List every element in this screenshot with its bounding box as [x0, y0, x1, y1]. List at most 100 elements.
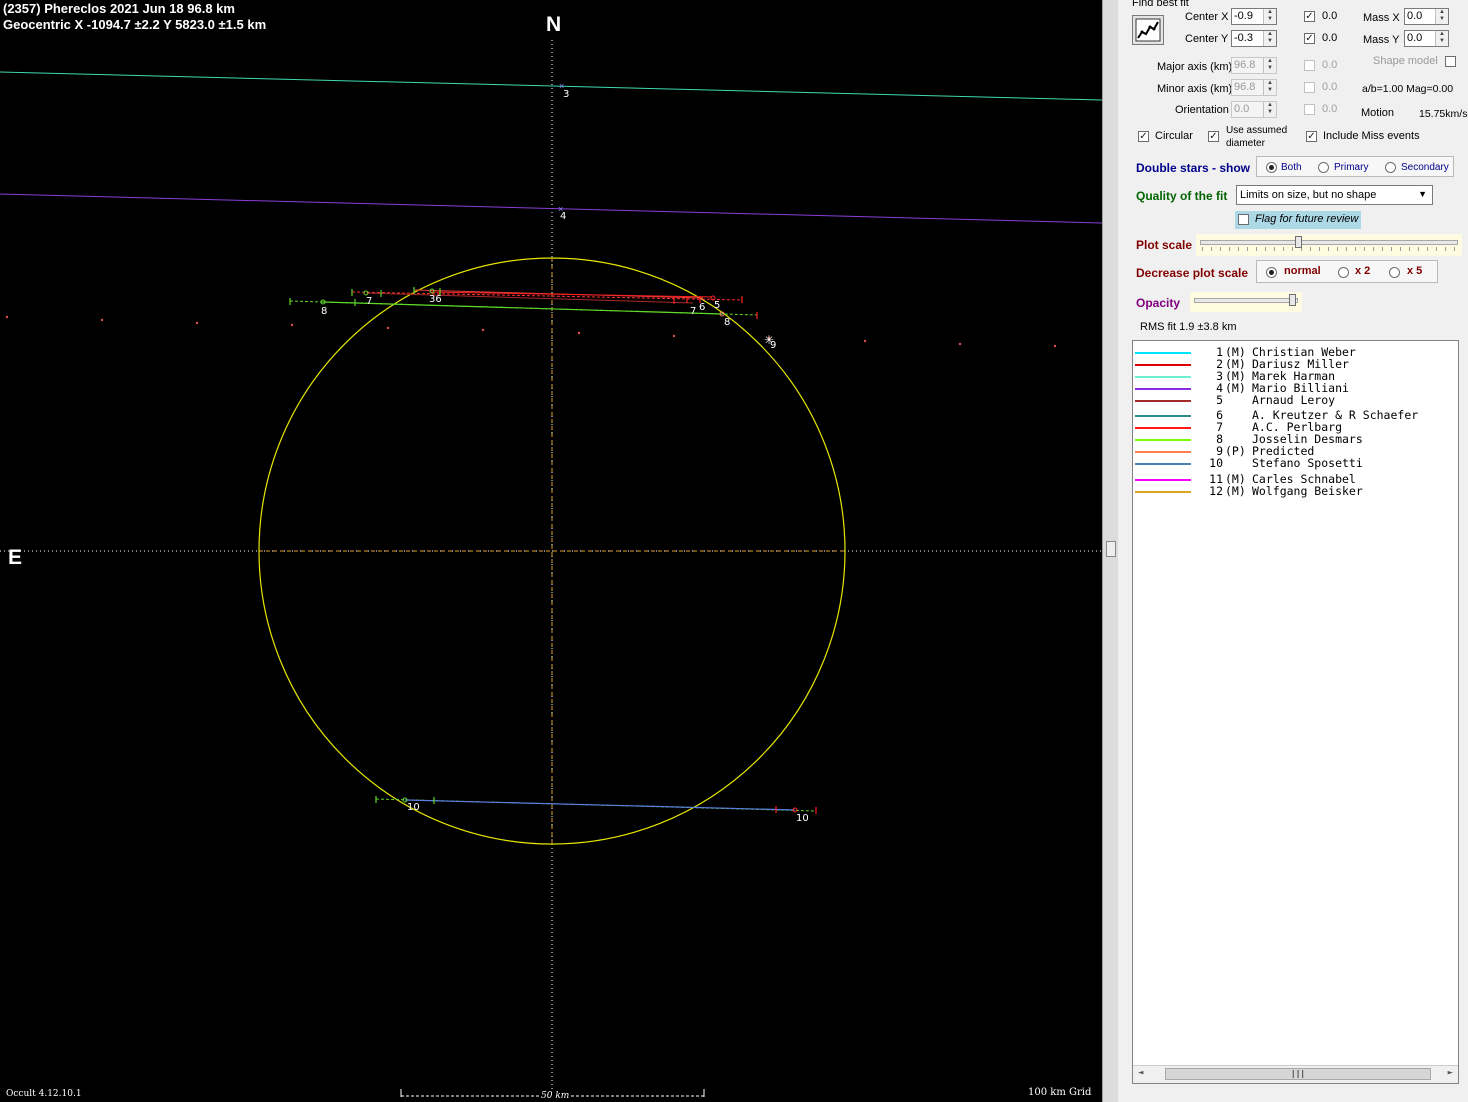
opacity-track	[1194, 298, 1298, 303]
mass-x-value: 0.0	[1407, 10, 1423, 22]
circular-label: Circular	[1155, 130, 1193, 142]
major-axis-checkbox[interactable]	[1304, 60, 1315, 71]
chord-label: 8	[724, 317, 730, 328]
motion-label: Motion	[1361, 107, 1395, 119]
chord-label: 3	[563, 89, 569, 100]
legend-row[interactable]: 12 (M) Wolfgang Beisker	[1133, 484, 1458, 498]
orientation-checkbox[interactable]	[1304, 104, 1315, 115]
chord-label: 36	[429, 294, 442, 305]
legend-row[interactable]: 5 Arnaud Leroy	[1133, 393, 1458, 407]
chord-label: 7	[690, 306, 696, 317]
legend-color-swatch	[1135, 400, 1191, 402]
scroll-thumb[interactable]: |||	[1165, 1068, 1431, 1080]
legend-color-swatch	[1135, 427, 1191, 429]
chord-label: 10	[796, 813, 809, 824]
flag-review-label: Flag for future review	[1255, 213, 1359, 225]
orientation-check-value: 0.0	[1322, 103, 1338, 115]
scroll-right-icon[interactable]: ►	[1448, 1068, 1453, 1078]
mass-x-spinner[interactable]: ▲ ▼	[1435, 9, 1448, 24]
occultation-plot[interactable]: × × ✳ 3 4 8 7 36 5 6 7 8 9 10 10 (2357) …	[0, 0, 1102, 1102]
center-x-input[interactable]: -0.9 ▲ ▼	[1231, 8, 1277, 25]
major-axis-input[interactable]: 96.8 ▲ ▼	[1231, 57, 1277, 74]
flag-review-checkbox[interactable]	[1238, 214, 1249, 225]
use-assumed-diameter-checkbox[interactable]: ✓	[1208, 131, 1219, 142]
quality-of-fit-label: Quality of the fit	[1136, 189, 1228, 203]
legend-color-swatch	[1135, 376, 1191, 378]
chord-label: 4	[560, 211, 566, 222]
scale-x5-radio[interactable]	[1389, 267, 1400, 278]
quality-of-fit-value: Limits on size, but no shape	[1240, 189, 1377, 201]
legend-number: 5	[1216, 393, 1223, 407]
plot-scale-ticks	[1202, 247, 1456, 251]
legend-type: (M)	[1225, 484, 1246, 498]
orientation-input[interactable]: 0.0 ▲ ▼	[1231, 101, 1277, 118]
legend-color-swatch	[1135, 491, 1191, 493]
orientation-label: Orientation	[1175, 104, 1229, 116]
legend-number: 10	[1209, 456, 1223, 470]
double-stars-secondary-label: Secondary	[1401, 162, 1449, 173]
chord-label: 5	[714, 300, 720, 311]
include-miss-label: Include Miss events	[1323, 130, 1420, 142]
legend-number: 12	[1209, 484, 1223, 498]
legend-color-swatch	[1135, 364, 1191, 366]
mass-y-value: 0.0	[1407, 32, 1423, 44]
minor-axis-value: 96.8	[1234, 81, 1256, 93]
find-best-fit-label: Find best fit	[1132, 0, 1189, 9]
mass-y-label: Mass Y	[1363, 34, 1400, 46]
opacity-label: Opacity	[1136, 296, 1181, 310]
find-best-fit-button[interactable]	[1132, 15, 1164, 45]
double-stars-primary-radio[interactable]	[1318, 162, 1329, 173]
legend-observer-name: Arnaud Leroy	[1252, 393, 1336, 407]
center-y-input[interactable]: -0.3 ▲ ▼	[1231, 30, 1277, 47]
double-stars-secondary-radio[interactable]	[1385, 162, 1396, 173]
include-miss-checkbox[interactable]: ✓	[1306, 131, 1317, 142]
splitter-grip[interactable]	[1106, 541, 1116, 557]
legend-color-swatch	[1135, 352, 1191, 354]
mass-y-spinner[interactable]: ▲ ▼	[1435, 31, 1448, 46]
legend-row[interactable]: 10 Stefano Sposetti	[1133, 456, 1458, 470]
center-y-spinner[interactable]: ▲ ▼	[1263, 31, 1276, 46]
double-stars-group: Both Primary Secondary	[1256, 156, 1454, 177]
center-x-value: -0.9	[1234, 10, 1253, 22]
scale-x2-label: x 2	[1355, 265, 1371, 277]
double-stars-both-label: Both	[1281, 162, 1302, 173]
circular-checkbox[interactable]: ✓	[1138, 131, 1149, 142]
observer-legend-list[interactable]: 1 (M) Christian Weber 2 (M) Dariusz Miller 3 (M…	[1132, 340, 1459, 1084]
panel-splitter[interactable]	[1102, 0, 1118, 1102]
legend-color-swatch	[1135, 463, 1191, 465]
minor-axis-checkbox[interactable]	[1304, 82, 1315, 93]
decrease-scale-label: Decrease plot scale	[1136, 266, 1249, 280]
minor-axis-spinner[interactable]: ▲ ▼	[1263, 80, 1276, 95]
chevron-down-icon[interactable]: ▼	[1418, 189, 1427, 199]
scroll-left-icon[interactable]: ◄	[1138, 1068, 1143, 1078]
chord-label: 8	[321, 306, 327, 317]
diameter-label: diameter	[1226, 138, 1265, 149]
legend-color-swatch	[1135, 439, 1191, 441]
opacity-slider[interactable]	[1190, 292, 1302, 312]
major-axis-spinner[interactable]: ▲ ▼	[1263, 58, 1276, 73]
legend-horizontal-scrollbar[interactable]: ◄ ||| ►	[1133, 1065, 1458, 1083]
mass-x-input[interactable]: 0.0 ▲ ▼	[1404, 8, 1449, 25]
major-axis-label: Major axis (km)	[1157, 61, 1233, 73]
orientation-spinner[interactable]: ▲ ▼	[1263, 102, 1276, 117]
mass-y-input[interactable]: 0.0 ▲ ▼	[1404, 30, 1449, 47]
plot-scale-slider[interactable]	[1196, 234, 1462, 256]
chord-label: 7	[366, 296, 372, 307]
center-y-check-value: 0.0	[1322, 32, 1338, 44]
quality-of-fit-select[interactable]: Limits on size, but no shape ▼	[1236, 185, 1433, 205]
scale-normal-radio[interactable]	[1266, 267, 1277, 278]
minor-axis-input[interactable]: 96.8 ▲ ▼	[1231, 79, 1277, 96]
major-axis-check-value: 0.0	[1322, 59, 1338, 71]
plot-scale-thumb[interactable]	[1295, 236, 1303, 248]
center-x-checkbox[interactable]: ✓	[1304, 11, 1315, 22]
center-y-checkbox[interactable]: ✓	[1304, 33, 1315, 44]
opacity-thumb[interactable]	[1289, 294, 1297, 306]
center-y-value: -0.3	[1234, 32, 1253, 44]
center-x-spinner[interactable]: ▲ ▼	[1263, 9, 1276, 24]
north-label: N	[546, 13, 562, 36]
fit-panel: Find best fit Center X -0.9 ▲ ▼ ✓ 0.0 Mass…	[1118, 0, 1468, 1102]
center-x-label: Center X	[1185, 11, 1229, 23]
double-stars-both-radio[interactable]	[1266, 162, 1277, 173]
scale-x2-radio[interactable]	[1338, 267, 1349, 278]
shape-model-checkbox[interactable]	[1445, 56, 1456, 67]
